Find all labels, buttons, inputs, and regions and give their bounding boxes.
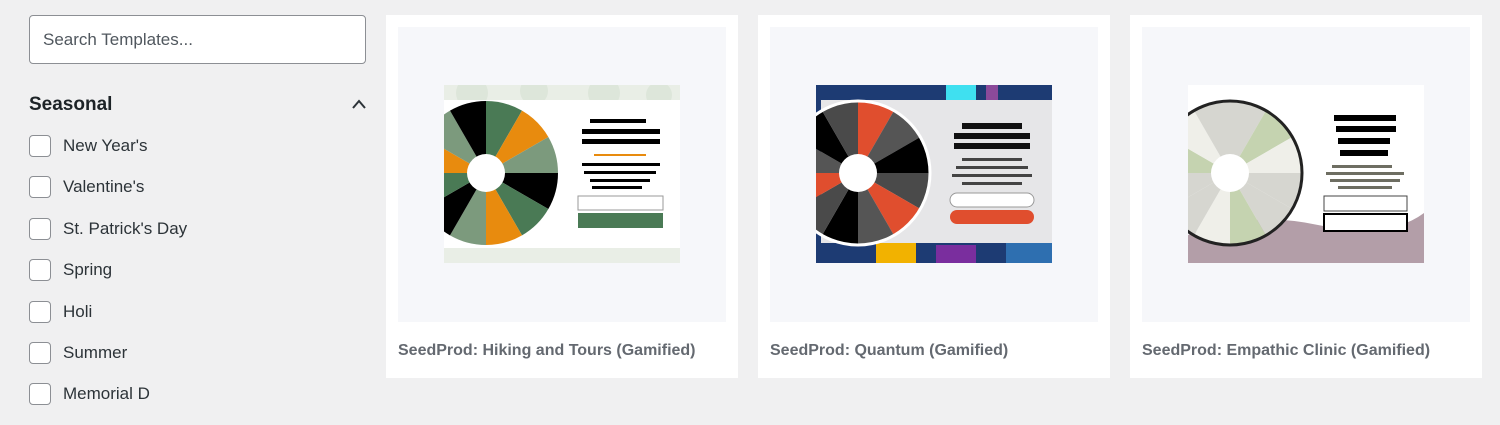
filter-summer[interactable]: Summer bbox=[29, 341, 187, 383]
filter-label: Holi bbox=[63, 301, 93, 321]
template-card-hiking[interactable]: SeedProd: Hiking and Tours (Gamified) bbox=[386, 15, 738, 378]
chevron-up-icon bbox=[352, 99, 366, 109]
search-input[interactable] bbox=[29, 15, 366, 64]
template-title: SeedProd: Hiking and Tours (Gamified) bbox=[398, 342, 696, 359]
category-filter-list: New Year's Valentine's St. Patrick's Day… bbox=[29, 135, 187, 425]
checkbox[interactable] bbox=[29, 135, 51, 157]
checkbox[interactable] bbox=[29, 300, 51, 323]
checkbox[interactable] bbox=[29, 383, 51, 406]
template-preview-image bbox=[1188, 85, 1424, 263]
template-card-empathic-clinic[interactable]: SeedProd: Empathic Clinic (Gamified) bbox=[1130, 15, 1482, 378]
filter-label: Valentine's bbox=[63, 177, 145, 197]
template-thumbnail bbox=[398, 27, 726, 322]
filter-st-patricks-day[interactable]: St. Patrick's Day bbox=[29, 217, 188, 259]
template-preview-image bbox=[816, 85, 1052, 263]
checkbox[interactable] bbox=[29, 176, 51, 199]
filter-new-years[interactable]: New Year's bbox=[29, 135, 187, 176]
template-thumbnail bbox=[1142, 27, 1470, 322]
filter-label: Summer bbox=[63, 342, 128, 362]
filter-label: St. Patrick's Day bbox=[63, 218, 188, 238]
template-thumbnail bbox=[770, 27, 1098, 322]
category-toggle-seasonal[interactable]: Seasonal bbox=[29, 92, 369, 120]
filter-label: New Year's bbox=[63, 136, 148, 155]
filter-memorial-day[interactable]: Memorial D bbox=[29, 383, 187, 424]
category-title: Seasonal bbox=[29, 94, 113, 115]
checkbox[interactable] bbox=[29, 259, 51, 282]
checkbox[interactable] bbox=[29, 341, 51, 364]
template-preview-image bbox=[444, 85, 680, 263]
checkbox[interactable] bbox=[29, 217, 51, 240]
filter-holi[interactable]: Holi bbox=[29, 300, 187, 342]
filter-label: Memorial D bbox=[63, 384, 150, 404]
template-card-quantum[interactable]: SeedProd: Quantum (Gamified) bbox=[758, 15, 1110, 378]
filter-label: Spring bbox=[63, 260, 113, 280]
filter-valentines[interactable]: Valentine's bbox=[29, 176, 187, 217]
template-title: SeedProd: Empathic Clinic (Gamified) bbox=[1142, 342, 1431, 359]
template-title: SeedProd: Quantum (Gamified) bbox=[770, 342, 1009, 359]
filter-spring[interactable]: Spring bbox=[29, 259, 187, 300]
